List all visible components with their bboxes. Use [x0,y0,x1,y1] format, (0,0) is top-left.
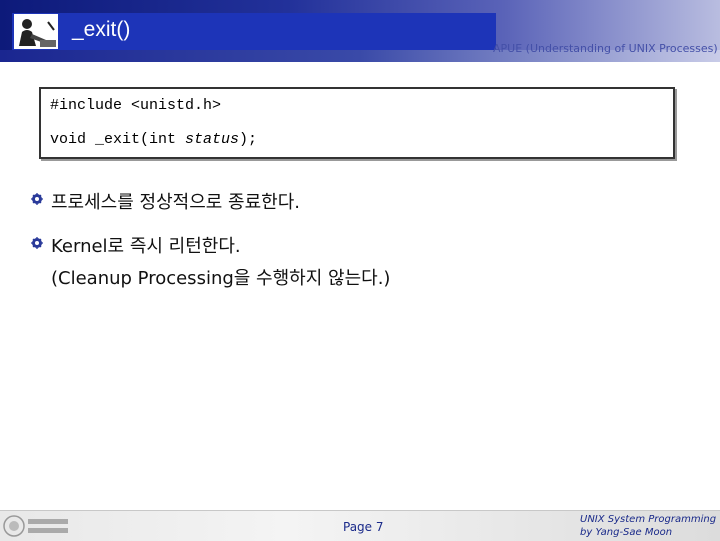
code-line-include: #include <unistd.h> [50,97,222,114]
bullet-icon [31,237,43,249]
bullet-text-2-continuation: (Cleanup Processing을 수행하지 않는다.) [51,268,391,289]
bullet-icon [31,193,43,205]
footer-credit: UNIX System Programming by Yang-Sae Moon [580,513,716,539]
slide-subtitle: APUE (Understanding of UNIX Processes) [493,42,718,55]
university-logo-icon [3,515,68,537]
code-signature-prefix: void _exit(int [50,131,186,148]
professor-logo-icon [14,14,58,49]
bullet-text-1: 프로세스를 정상적으로 종료한다. [51,192,301,213]
code-signature-suffix: ); [239,131,258,148]
slide-title: _exit() [72,18,131,41]
page-number: Page 7 [343,520,384,534]
credit-author: by Yang-Sae Moon [580,527,673,538]
code-box: #include <unistd.h> void _exit(int statu… [39,87,675,159]
credit-course: UNIX System Programming [580,514,717,525]
code-line-signature: void _exit(int status); [50,131,257,148]
code-param-status: status [185,131,240,148]
bullet-text-2: Kernel로 즉시 리턴한다. [51,236,241,257]
